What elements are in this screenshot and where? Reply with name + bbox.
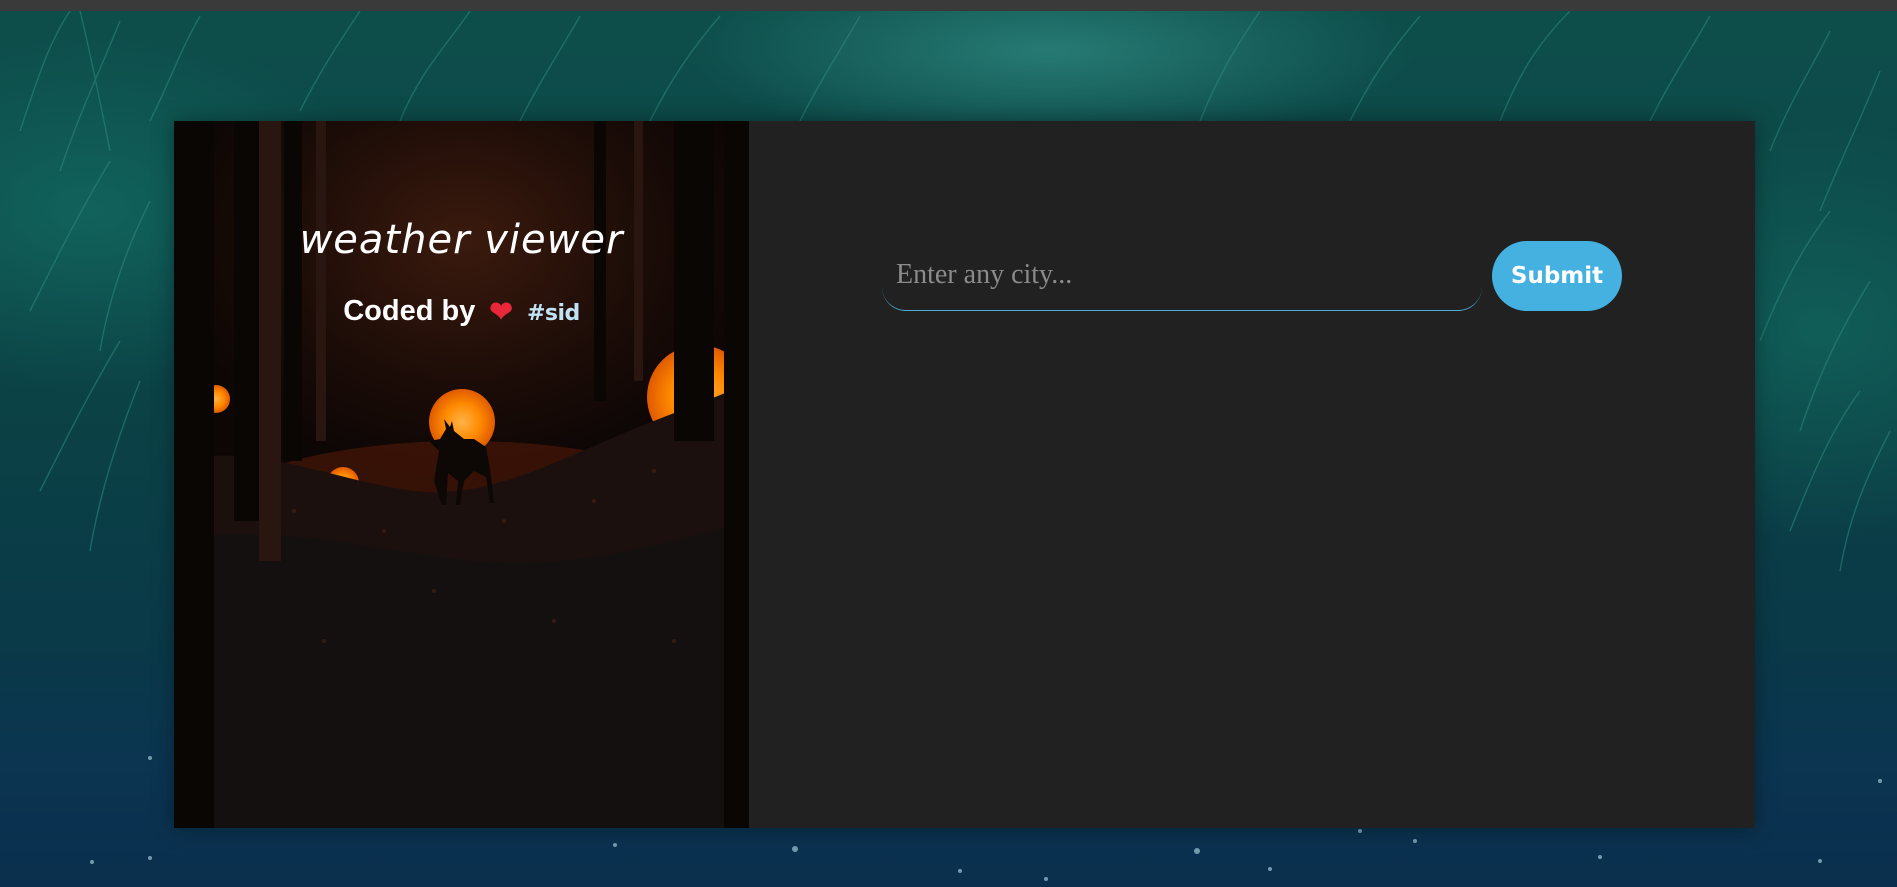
submit-button[interactable]: Submit <box>1492 241 1622 311</box>
app-title: weather viewer <box>299 217 624 263</box>
credit-line: Coded by ❤ #sid <box>174 295 749 328</box>
weather-card: weather viewer Coded by ❤ #sid <box>174 121 1755 828</box>
city-search-input[interactable] <box>882 245 1482 311</box>
search-panel <box>749 121 1755 828</box>
forest-hero-panel: weather viewer Coded by ❤ #sid <box>174 121 749 828</box>
browser-top-bar <box>0 0 1897 11</box>
credit-author: #sid <box>526 301 580 326</box>
heart-icon: ❤ <box>489 296 513 327</box>
credit-prefix: Coded by <box>343 295 476 327</box>
